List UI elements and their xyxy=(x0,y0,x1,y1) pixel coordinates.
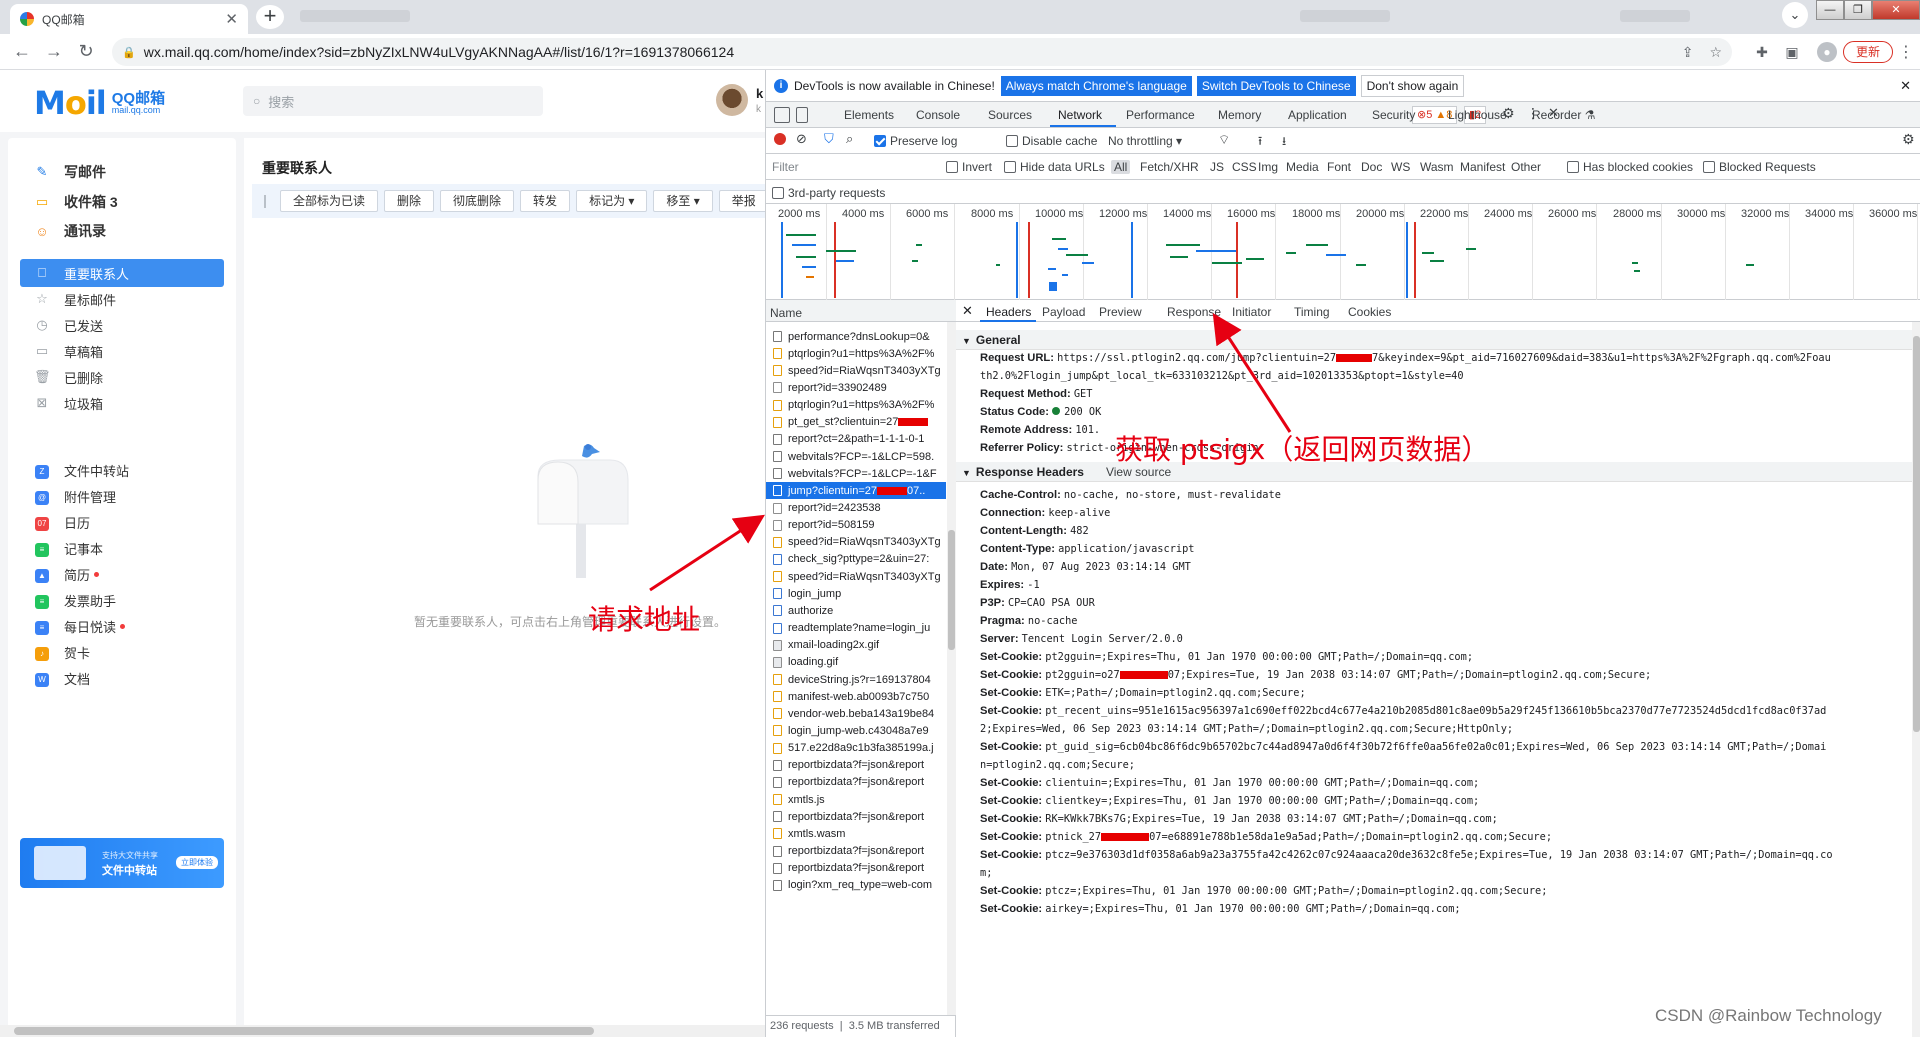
annotation-arrows xyxy=(649,312,1292,592)
request-address-arrow xyxy=(649,514,766,592)
request-address-annotation: 请求地址 xyxy=(588,603,701,636)
watermark: CSDN @Rainbow Technology xyxy=(1655,1006,1882,1025)
ptsigx-annotation: 获取 ptsigx（返回网页数据） xyxy=(1115,433,1490,466)
ptsigx-arrow xyxy=(1212,312,1292,433)
screenshot-root: QQ邮箱 ✕ + ⌄ — ❐ ✕ ← → ↻ 🔒 wx.mail.qq.com/… xyxy=(0,0,1920,1037)
